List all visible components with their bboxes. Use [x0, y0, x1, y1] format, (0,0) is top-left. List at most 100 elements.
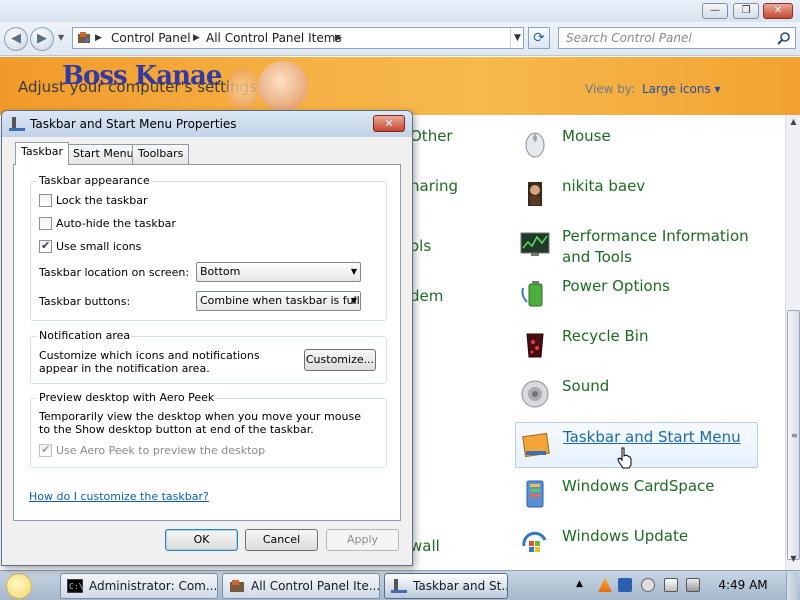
show-desktop-button[interactable] [786, 572, 798, 600]
cp-item-mouse[interactable]: Mouse [515, 122, 758, 168]
maximize-button[interactable]: ❐ [733, 3, 759, 19]
messenger-icon[interactable] [641, 578, 655, 592]
volume-muted-icon[interactable] [686, 578, 700, 592]
header-banner: Boss Kanae Adjust your computer's settin… [0, 57, 800, 115]
network-icon[interactable] [664, 578, 678, 592]
checkbox-box[interactable] [39, 443, 52, 457]
partial-item-label[interactable]: dem [410, 287, 443, 305]
cp-item-power-options[interactable]: Power Options [515, 272, 758, 318]
taskbar-properties-dialog: Taskbar and Start Menu Properties ✕ Task… [1, 110, 413, 566]
location-select[interactable]: Bottom ▼ [196, 262, 361, 282]
taskbar-button-label: Taskbar and St... [413, 579, 508, 593]
checkbox-box[interactable] [39, 217, 52, 230]
chevron-down-icon: ▼ [350, 296, 357, 305]
breadcrumb-control-panel[interactable]: Control Panel [111, 28, 191, 48]
partial-item-label[interactable]: ols [410, 237, 431, 255]
location-label: Taskbar location on screen: [39, 266, 190, 279]
cp-item-label: Performance Information and Tools [562, 227, 749, 266]
windows-update-icon [522, 531, 547, 552]
apply-button[interactable]: Apply [326, 529, 399, 551]
refresh-button[interactable]: ⟳ [528, 27, 550, 49]
dialog-titlebar: Taskbar and Start Menu Properties ✕ [2, 111, 412, 137]
notification-area-group: Notification area Customize which icons … [30, 329, 387, 384]
close-button[interactable]: ✕ [763, 3, 793, 19]
checkbox-label[interactable]: Auto-hide the taskbar [56, 217, 176, 230]
ok-button[interactable]: OK [165, 529, 238, 551]
cp-item-label: Power Options [562, 277, 670, 295]
view-by-dropdown[interactable]: Large icons ▾ [642, 82, 721, 96]
checkbox-box[interactable] [39, 239, 52, 253]
forward-button[interactable]: ▶ [30, 27, 54, 51]
breadcrumb-separator[interactable]: ▶ [335, 28, 342, 48]
cp-item-label: Taskbar and Start Menu [563, 428, 741, 446]
cancel-button[interactable]: Cancel [245, 529, 318, 551]
address-dropdown[interactable]: ▼ [510, 28, 524, 48]
scroll-down-button[interactable]: ▼ [787, 554, 800, 568]
taskbar-button-label: Administrator: Com... [89, 579, 218, 593]
breadcrumb-separator[interactable]: ▶ [193, 28, 200, 48]
taskbar-button-label: All Control Panel Ite... [251, 579, 380, 593]
help-link[interactable]: How do I customize the taskbar? [29, 490, 209, 503]
navigation-bar: ◀ ▶ ▼ ▶ Control Panel ▶ All Control Pane… [0, 22, 800, 56]
partial-item-label[interactable]: wall [410, 537, 440, 555]
breadcrumb-all-items[interactable]: All Control Panel Items [206, 28, 342, 48]
cardspace-icon [526, 480, 544, 508]
taskbar-button-taskbar-properties[interactable]: Taskbar and St... [384, 573, 508, 599]
security-shield-icon[interactable] [618, 578, 632, 592]
banner-decoration [228, 69, 258, 109]
recycle-bin-icon [526, 333, 544, 358]
checkbox-box[interactable] [39, 194, 52, 207]
vertical-scrollbar[interactable]: ▲ ≡ ▼ [785, 115, 800, 570]
tab-start-menu[interactable]: Start Menu [67, 144, 140, 164]
back-button[interactable]: ◀ [4, 27, 28, 51]
view-by-label: View by: [585, 82, 636, 96]
cp-item-user[interactable]: nikita baev [515, 172, 758, 218]
scrollbar-thumb[interactable]: ≡ [787, 310, 800, 560]
address-bar[interactable]: ▶ Control Panel ▶ All Control Panel Item… [72, 27, 524, 49]
tray-expand-button[interactable]: ▲ [576, 579, 583, 589]
cp-item-sound[interactable]: Sound [515, 372, 758, 418]
tab-taskbar[interactable]: Taskbar [15, 142, 69, 165]
checkbox-label[interactable]: Lock the taskbar [56, 194, 148, 207]
taskbar-button-control-panel[interactable]: All Control Panel Ite... [222, 573, 380, 599]
dialog-title: Taskbar and Start Menu Properties [30, 117, 237, 131]
taskbar-icon [391, 579, 407, 593]
clock[interactable]: 4:49 AM [712, 578, 774, 592]
checkbox-label[interactable]: Use Aero Peek to preview the desktop [56, 444, 265, 457]
search-icon[interactable] [777, 31, 791, 45]
cp-item-windows-cardspace[interactable]: Windows CardSpace [515, 472, 758, 518]
cp-item-windows-update[interactable]: Windows Update [515, 522, 758, 568]
taskbar-button-cmd[interactable]: C:\ Administrator: Com... [60, 573, 218, 599]
notification-description: Customize which icons and notifications … [39, 349, 260, 375]
tab-toolbars[interactable]: Toolbars [132, 144, 190, 164]
taskbar-icon [9, 117, 25, 131]
banner-photo [258, 61, 308, 111]
breadcrumb-separator[interactable]: ▶ [95, 28, 102, 48]
taskbar-appearance-group: Taskbar appearance Lock the taskbar Auto… [30, 174, 387, 321]
speaker-icon [521, 380, 549, 408]
cp-item-label: Mouse [562, 127, 611, 145]
control-panel-icon [78, 32, 90, 43]
customize-button[interactable]: Customize... [304, 349, 376, 371]
cp-item-label: nikita baev [562, 177, 646, 195]
search-placeholder: Search Control Panel [566, 31, 692, 45]
battery-icon [521, 281, 543, 307]
dialog-close-button[interactable]: ✕ [373, 115, 405, 132]
start-button[interactable] [6, 573, 32, 599]
cp-item-label: Windows Update [562, 527, 689, 545]
minimize-button[interactable]: — [702, 3, 728, 19]
checkbox-label[interactable]: Use small icons [56, 240, 141, 253]
page-title: Adjust your computer's settings [18, 78, 258, 96]
vlc-icon[interactable] [598, 578, 612, 592]
buttons-label: Taskbar buttons: [39, 295, 131, 308]
recent-pages-dropdown[interactable]: ▼ [58, 33, 64, 42]
taskbar-buttons-select[interactable]: Combine when taskbar is full ▼ [196, 291, 361, 311]
partial-item-label[interactable]: haring [410, 177, 458, 195]
hand-cursor-icon [617, 447, 632, 469]
cp-item-taskbar-start-menu[interactable]: Taskbar and Start Menu [515, 422, 758, 468]
cp-item-recycle-bin[interactable]: Recycle Bin [515, 322, 758, 368]
partial-item-label[interactable]: Other [410, 127, 453, 145]
scroll-up-button[interactable]: ▲ [787, 117, 800, 131]
search-input[interactable]: Search Control Panel [558, 27, 796, 49]
cp-item-performance[interactable]: Performance Information and Tools [515, 222, 758, 268]
